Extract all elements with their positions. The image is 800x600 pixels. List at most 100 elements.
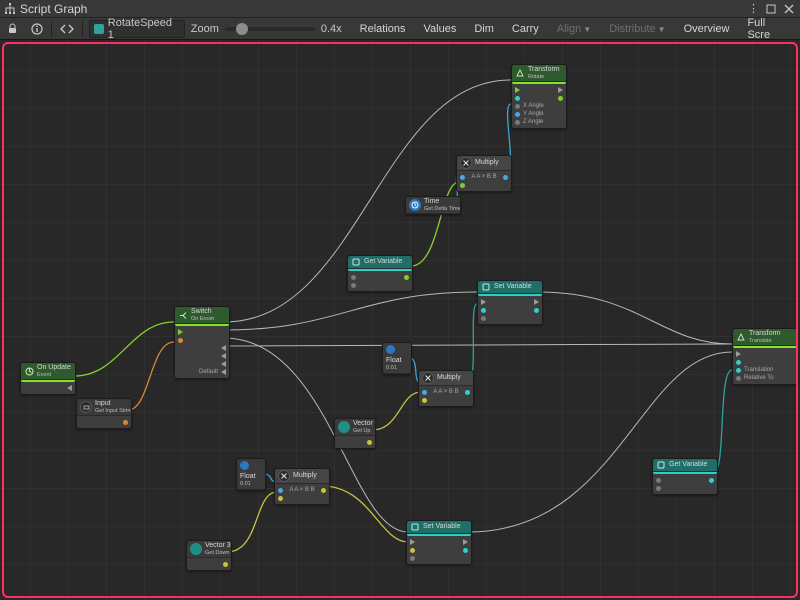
- value-out-port[interactable]: [223, 562, 228, 567]
- graph-canvas[interactable]: [0, 40, 800, 600]
- variable-swatch-icon: [94, 24, 104, 34]
- graph-icon: [4, 3, 16, 15]
- lock-icon[interactable]: [4, 20, 22, 38]
- target-in-port[interactable]: [515, 96, 520, 101]
- case-out-port[interactable]: [221, 345, 226, 351]
- flow-out-port[interactable]: [534, 299, 539, 305]
- node-title: Transform: [528, 66, 560, 74]
- menu-overview[interactable]: Overview: [678, 23, 736, 35]
- menu-carry[interactable]: Carry: [506, 23, 545, 35]
- node-get-variable[interactable]: Get Variable: [347, 255, 413, 292]
- value-out-port[interactable]: [534, 308, 539, 313]
- window-menu-icon[interactable]: ⋮: [746, 2, 760, 16]
- node-multiply[interactable]: Multiply A A × B B: [274, 468, 330, 505]
- node-get-input-string[interactable]: InputGet Input String: [76, 398, 132, 429]
- node-vector3-up[interactable]: Vector 3Get Up: [334, 418, 376, 449]
- case-out-port[interactable]: [221, 353, 226, 359]
- value-out-port[interactable]: [367, 440, 372, 445]
- toolbar-separator: [82, 21, 83, 37]
- node-title: Multiply: [475, 159, 499, 167]
- in-port[interactable]: [656, 478, 661, 483]
- value-in-port[interactable]: [410, 548, 415, 553]
- flow-in-port[interactable]: [736, 351, 741, 357]
- in-port-b[interactable]: [422, 398, 427, 403]
- info-icon[interactable]: [28, 20, 46, 38]
- node-title: Get Variable: [669, 461, 707, 469]
- node-title: Vector 3: [353, 420, 375, 428]
- case-out-port[interactable]: [221, 369, 226, 375]
- value-out-port[interactable]: [463, 548, 468, 553]
- variable-name: RotateSpeed 1: [108, 17, 180, 41]
- target-in-port[interactable]: [736, 360, 741, 365]
- menu-dim[interactable]: Dim: [468, 23, 500, 35]
- in-port[interactable]: [481, 316, 486, 321]
- flow-out-port[interactable]: [558, 87, 563, 93]
- out-port[interactable]: [558, 96, 563, 101]
- in-port[interactable]: [515, 120, 520, 125]
- value-in-port[interactable]: [481, 308, 486, 313]
- value-out-port[interactable]: [404, 275, 409, 280]
- caret-down-icon: ▼: [583, 25, 591, 34]
- graph-canvas-wrap: On UpdateEvent InputGet Input String Swi…: [0, 40, 800, 600]
- input-icon: [80, 401, 92, 413]
- in-port[interactable]: [351, 275, 356, 280]
- toolbar: RotateSpeed 1 Zoom 0.4x Relations Values…: [0, 18, 800, 40]
- variable-selector[interactable]: RotateSpeed 1: [89, 20, 185, 38]
- out-port[interactable]: [503, 175, 508, 180]
- in-port[interactable]: [515, 112, 520, 117]
- node-switch[interactable]: SwitchOn Enum Default: [174, 306, 230, 379]
- in-port[interactable]: [351, 283, 356, 288]
- in-port-a[interactable]: [422, 390, 427, 395]
- in-port[interactable]: [656, 486, 661, 491]
- selector-in-port[interactable]: [178, 338, 183, 343]
- in-port[interactable]: [736, 368, 741, 373]
- node-multiply[interactable]: Multiply A A × B B: [456, 155, 512, 192]
- node-set-variable[interactable]: Set Variable: [406, 520, 472, 565]
- node-transform-rotate[interactable]: TransformRotate X Angle Y Angle Z Angle: [511, 64, 567, 129]
- float-icon: [386, 345, 395, 354]
- in-port[interactable]: [515, 104, 520, 109]
- flow-out-port[interactable]: [67, 385, 72, 391]
- node-title: Float: [386, 357, 402, 365]
- node-get-variable[interactable]: Get Variable: [652, 458, 718, 495]
- menu-distribute[interactable]: Distribute▼: [603, 23, 671, 35]
- node-set-variable[interactable]: Set Variable: [477, 280, 543, 325]
- menu-fullscreen[interactable]: Full Scre: [741, 17, 796, 41]
- flow-in-port[interactable]: [410, 539, 415, 545]
- out-port[interactable]: [321, 488, 326, 493]
- port-label: X Angle: [523, 103, 544, 109]
- flow-out-port[interactable]: [463, 539, 468, 545]
- zoom-slider-thumb[interactable]: [236, 23, 248, 35]
- vector-icon: [190, 543, 202, 555]
- flow-in-port[interactable]: [515, 87, 520, 93]
- in-port[interactable]: [410, 556, 415, 561]
- transform-icon: [736, 332, 746, 342]
- in-port-b[interactable]: [278, 496, 283, 501]
- in-port-a[interactable]: [278, 488, 283, 493]
- in-port-a[interactable]: [460, 175, 465, 180]
- float-icon: [240, 461, 249, 470]
- node-vector3-down[interactable]: Vector 3Get Down: [186, 540, 232, 571]
- node-time-delta[interactable]: TimeGet Delta Time: [405, 196, 461, 215]
- zoom-slider[interactable]: [225, 27, 315, 31]
- node-multiply[interactable]: Multiply A A × B B: [418, 370, 474, 407]
- case-out-port[interactable]: [221, 361, 226, 367]
- window-close-icon[interactable]: [782, 2, 796, 16]
- node-float-literal[interactable]: Float0.01: [382, 342, 412, 375]
- in-port[interactable]: [736, 376, 741, 381]
- flow-in-port[interactable]: [481, 299, 486, 305]
- node-on-update[interactable]: On UpdateEvent: [20, 362, 76, 395]
- in-port-b[interactable]: [460, 183, 465, 188]
- menu-values[interactable]: Values: [418, 23, 463, 35]
- flow-in-port[interactable]: [178, 329, 183, 335]
- zoom-value: 0.4x: [321, 23, 342, 35]
- menu-relations[interactable]: Relations: [354, 23, 412, 35]
- node-float-literal[interactable]: Float0.01: [236, 458, 266, 491]
- out-port[interactable]: [465, 390, 470, 395]
- value-out-port[interactable]: [709, 478, 714, 483]
- menu-align[interactable]: Align▼: [551, 23, 597, 35]
- value-out-port[interactable]: [123, 420, 128, 425]
- window-maximize-icon[interactable]: [764, 2, 778, 16]
- code-icon[interactable]: [58, 20, 76, 38]
- node-transform-translate[interactable]: TransformTranslate Translation Relative …: [732, 328, 798, 385]
